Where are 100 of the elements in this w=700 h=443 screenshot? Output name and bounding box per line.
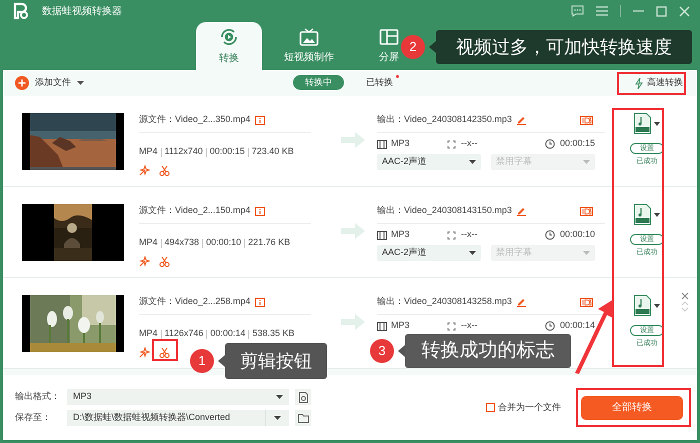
- callout-tooltip: 转换成功的标志: [405, 334, 571, 368]
- magic-wand-icon[interactable]: [139, 164, 150, 176]
- output-file-name: 输出：Video_240308142350.mp3: [377, 113, 512, 126]
- size-text: 538.35 KB: [252, 327, 294, 340]
- resolution-text: 1126x746: [164, 327, 204, 340]
- caret-icon[interactable]: [654, 304, 660, 308]
- chat-icon[interactable]: [571, 5, 584, 17]
- output-format-text: MP3: [391, 319, 411, 332]
- pencil-icon[interactable]: [516, 206, 526, 216]
- id3-tag-icon[interactable]: [580, 298, 593, 306]
- format-text: MP4: [139, 327, 158, 340]
- minimize-icon[interactable]: [633, 10, 644, 12]
- caret-icon: [77, 81, 84, 85]
- caret-icon: [274, 416, 281, 420]
- arrow-icon: [341, 132, 365, 148]
- output-duration-text: 00:00:15: [560, 137, 595, 150]
- audio-dropdown[interactable]: AAC-2声道: [377, 154, 481, 170]
- format-text: MP4: [139, 145, 158, 158]
- info-icon[interactable]: [255, 206, 266, 216]
- mp3-file-icon[interactable]: [634, 204, 651, 225]
- resolution-text: 1112x740: [164, 145, 203, 158]
- caret-icon: [583, 251, 590, 255]
- caret-icon[interactable]: [654, 122, 660, 126]
- save-to-label: 保存至：: [15, 411, 52, 424]
- resize-icon: [447, 322, 456, 330]
- highlight-frame: [617, 72, 686, 95]
- callout-pointer-tooltip: [429, 41, 436, 53]
- size-text: 723.40 KB: [252, 145, 294, 158]
- tab[interactable]: 转换: [196, 22, 262, 70]
- save-path-dropdown[interactable]: D:\数据蛙\数据蛙视频转换器\Converted: [67, 410, 289, 426]
- duration-text: 00:00:15: [210, 145, 245, 158]
- output-file-name: 输出：Video_240308143258.mp3: [377, 295, 512, 308]
- output-format-dropdown[interactable]: MP3: [67, 389, 289, 405]
- duration-text: 00:00:14: [210, 327, 246, 340]
- caret-icon: [469, 251, 476, 255]
- callout-pointer-tooltip: [218, 355, 225, 367]
- split-screen-icon: [379, 28, 399, 46]
- output-duration-text: 00:00:14: [560, 319, 595, 332]
- logo-icon: [12, 2, 30, 20]
- pencil-icon[interactable]: [516, 298, 526, 306]
- output-resolution-text: --x--: [461, 228, 478, 242]
- arrow-icon: [341, 223, 365, 239]
- format-settings-button[interactable]: [295, 389, 311, 405]
- output-duration-text: 00:00:10: [560, 228, 595, 242]
- id3-tag-icon[interactable]: [580, 206, 593, 216]
- add-file-button[interactable]: 添加文件: [15, 76, 84, 90]
- file-gear-icon: [298, 392, 308, 402]
- magic-wand-icon[interactable]: [139, 346, 150, 358]
- status-tab[interactable]: 已转换: [354, 75, 405, 90]
- output-file-name: 输出：Video_240308143150.mp3: [377, 204, 512, 218]
- audio-dropdown[interactable]: AAC-2声道: [377, 245, 481, 261]
- output-format-text: MP3: [391, 228, 411, 242]
- tab[interactable]: 分屏: [379, 22, 399, 70]
- info-icon[interactable]: [255, 116, 266, 124]
- status-tab[interactable]: 转换中: [293, 75, 344, 90]
- source-file-name: 源文件：Video_2...258.mp4: [139, 295, 250, 308]
- scissors-icon[interactable]: [159, 346, 170, 358]
- step-number-tooltip: 2: [401, 35, 425, 59]
- tv-icon: [299, 28, 319, 46]
- scissors-icon[interactable]: [159, 164, 170, 176]
- lightning-icon: [635, 78, 643, 88]
- size-text: 221.76 KB: [248, 236, 290, 250]
- mp3-file-icon[interactable]: [634, 295, 651, 316]
- menu-icon[interactable]: [596, 6, 608, 16]
- open-folder-button[interactable]: [295, 410, 311, 426]
- highlight-frame: [152, 339, 178, 361]
- caret-icon: [469, 160, 476, 164]
- clock-icon: [544, 139, 555, 149]
- plus-icon: [15, 76, 29, 90]
- output-format-text: MP3: [391, 137, 411, 150]
- id3-tag-icon[interactable]: [580, 116, 593, 124]
- film-icon: [377, 140, 387, 148]
- arrow-icon: [341, 314, 365, 330]
- scissors-icon[interactable]: [159, 256, 170, 266]
- mp3-file-icon[interactable]: [634, 113, 651, 134]
- source-file-name: 源文件：Video_2...150.mp4: [139, 204, 250, 218]
- output-resolution-text: --x--: [461, 319, 478, 332]
- output-format-label: 输出格式：: [15, 390, 61, 404]
- pencil-icon[interactable]: [516, 116, 526, 124]
- resize-icon: [447, 230, 456, 240]
- callout-tooltip: 视频过多，可加快转换速度: [436, 30, 692, 64]
- info-icon[interactable]: [255, 298, 266, 306]
- close-icon[interactable]: [681, 292, 689, 300]
- caret-icon[interactable]: [654, 212, 660, 216]
- tab[interactable]: 短视频制作: [284, 22, 334, 70]
- output-resolution-text: --x--: [461, 137, 478, 150]
- film-icon: [377, 230, 387, 240]
- magic-wand-icon[interactable]: [139, 256, 150, 266]
- film-icon: [377, 322, 387, 330]
- high-speed-button[interactable]: 高速转换: [635, 76, 683, 90]
- source-file-name: 源文件：Video_2...350.mp4: [139, 113, 250, 126]
- clock-icon: [544, 321, 555, 331]
- resolution-text: 494x738: [164, 236, 200, 250]
- callout-pointer-tooltip: [398, 345, 405, 357]
- maximize-icon[interactable]: [656, 6, 667, 16]
- caret-icon: [583, 160, 590, 164]
- merge-checkbox[interactable]: 合并为一个文件: [486, 400, 561, 414]
- convert-icon: [219, 26, 239, 46]
- clock-icon: [544, 230, 555, 240]
- format-text: MP4: [139, 236, 158, 250]
